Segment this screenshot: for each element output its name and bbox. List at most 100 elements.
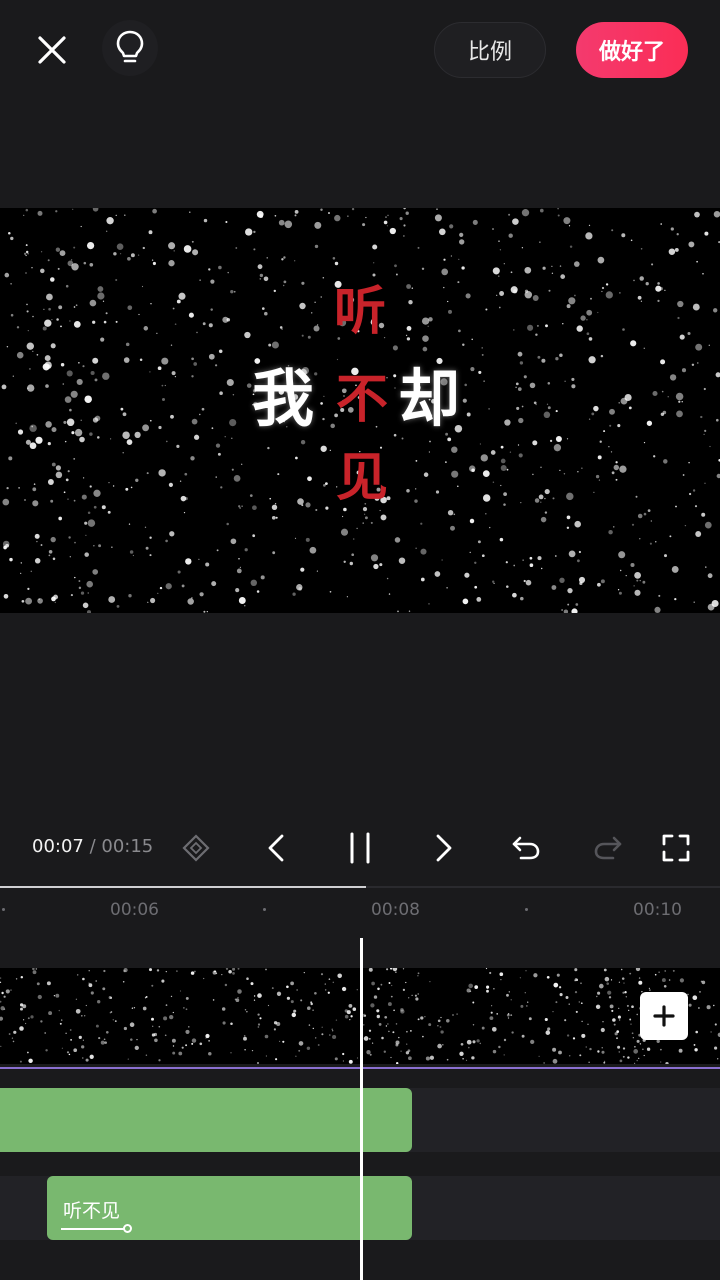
snow-speck [605, 283, 609, 286]
snow-speck [604, 976, 610, 982]
snow-speck [587, 1023, 589, 1025]
progress-played [0, 886, 366, 888]
snow-speck [623, 982, 625, 984]
keyframe-button[interactable] [176, 826, 216, 870]
snow-speck [554, 555, 557, 557]
snow-speck [493, 582, 495, 585]
snow-speck [609, 424, 612, 427]
snow-speck [125, 487, 129, 491]
snow-speck [597, 311, 599, 314]
snow-speck [461, 266, 465, 270]
snow-speck [53, 594, 59, 600]
snow-speck [323, 395, 325, 398]
snow-speck [510, 286, 518, 294]
snow-speck [543, 411, 551, 419]
pause-button[interactable] [340, 826, 380, 870]
text-clip[interactable]: 听不见 [47, 1176, 412, 1240]
snow-speck [492, 1049, 497, 1054]
snow-speck [485, 512, 487, 515]
playhead[interactable] [360, 938, 363, 1280]
snow-speck [59, 1022, 62, 1025]
snow-speck [145, 546, 149, 550]
snow-speck [328, 1034, 331, 1036]
snow-speck [429, 440, 431, 443]
snow-speck [69, 408, 72, 412]
snow-speck [446, 1019, 450, 1023]
snow-speck [149, 554, 152, 557]
done-button[interactable]: 做好了 [576, 22, 688, 78]
add-clip-button[interactable] [640, 992, 688, 1040]
snow-speck [70, 390, 78, 398]
snow-speck [406, 284, 412, 289]
snow-speck [574, 968, 578, 972]
snow-speck [437, 1025, 439, 1027]
snow-speck [87, 519, 96, 527]
snow-speck [312, 1027, 314, 1030]
snow-speck [178, 292, 186, 300]
snow-speck [76, 974, 79, 976]
snow-speck [377, 987, 380, 991]
text-clip-animation-handle[interactable] [123, 1224, 132, 1233]
prev-frame-button[interactable] [258, 826, 294, 870]
prev-frame-icon [268, 834, 284, 862]
snow-speck [703, 387, 706, 391]
snow-speck [626, 1004, 629, 1007]
snow-speck [85, 1004, 87, 1007]
snow-speck [704, 231, 709, 236]
snow-speck [343, 507, 347, 512]
snow-speck [370, 554, 379, 562]
snow-speck [428, 451, 431, 453]
undo-button[interactable] [506, 826, 546, 870]
fullscreen-button[interactable] [656, 826, 696, 870]
snow-speck [555, 410, 558, 413]
ruler-label: 00:06 [110, 900, 159, 920]
total-time: 00:15 [101, 836, 154, 857]
snow-speck [694, 211, 700, 218]
snow-speck [244, 1008, 247, 1011]
snow-speck [617, 424, 621, 428]
video-preview[interactable]: 我 却 听 不 见 [0, 208, 720, 613]
snow-speck [274, 503, 277, 505]
close-button[interactable] [26, 24, 78, 76]
snow-speck [179, 990, 182, 992]
snow-speck [259, 1017, 262, 1020]
snow-speck [131, 1007, 134, 1009]
time-ruler[interactable]: 00:06 00:08 00:10 [0, 886, 720, 936]
snow-speck [267, 446, 270, 450]
snow-speck [122, 431, 130, 439]
snow-speck [332, 1030, 334, 1032]
snow-speck [452, 1014, 454, 1016]
snow-speck [123, 1026, 128, 1031]
snow-speck [384, 1015, 388, 1019]
snow-speck [5, 989, 10, 994]
snow-speck [109, 438, 112, 440]
snow-speck [694, 1048, 698, 1052]
snow-speck [547, 1027, 551, 1031]
snow-speck [235, 247, 238, 249]
ratio-button[interactable]: 比例 [434, 22, 546, 78]
redo-button[interactable] [588, 826, 628, 870]
snow-speck [612, 1018, 616, 1022]
snow-speck [707, 573, 713, 579]
next-frame-button[interactable] [426, 826, 462, 870]
snow-speck [552, 1047, 557, 1052]
snow-speck [637, 295, 642, 300]
snow-speck [575, 1010, 578, 1013]
snow-speck [447, 300, 449, 303]
tips-button[interactable] [102, 20, 158, 76]
snow-speck [434, 214, 442, 222]
snow-speck [434, 571, 441, 577]
snow-speck [40, 251, 43, 253]
snow-speck [704, 482, 706, 485]
snow-speck [307, 1006, 311, 1010]
snow-speck [499, 249, 502, 251]
snow-speck [123, 357, 130, 363]
snow-speck [93, 489, 101, 497]
snow-speck [451, 470, 459, 478]
snow-speck [224, 436, 226, 438]
snow-speck [266, 257, 268, 259]
snow-speck [185, 1029, 190, 1034]
audio-clip[interactable] [0, 1088, 412, 1152]
snow-speck [476, 1039, 480, 1043]
snow-speck [490, 1011, 493, 1014]
